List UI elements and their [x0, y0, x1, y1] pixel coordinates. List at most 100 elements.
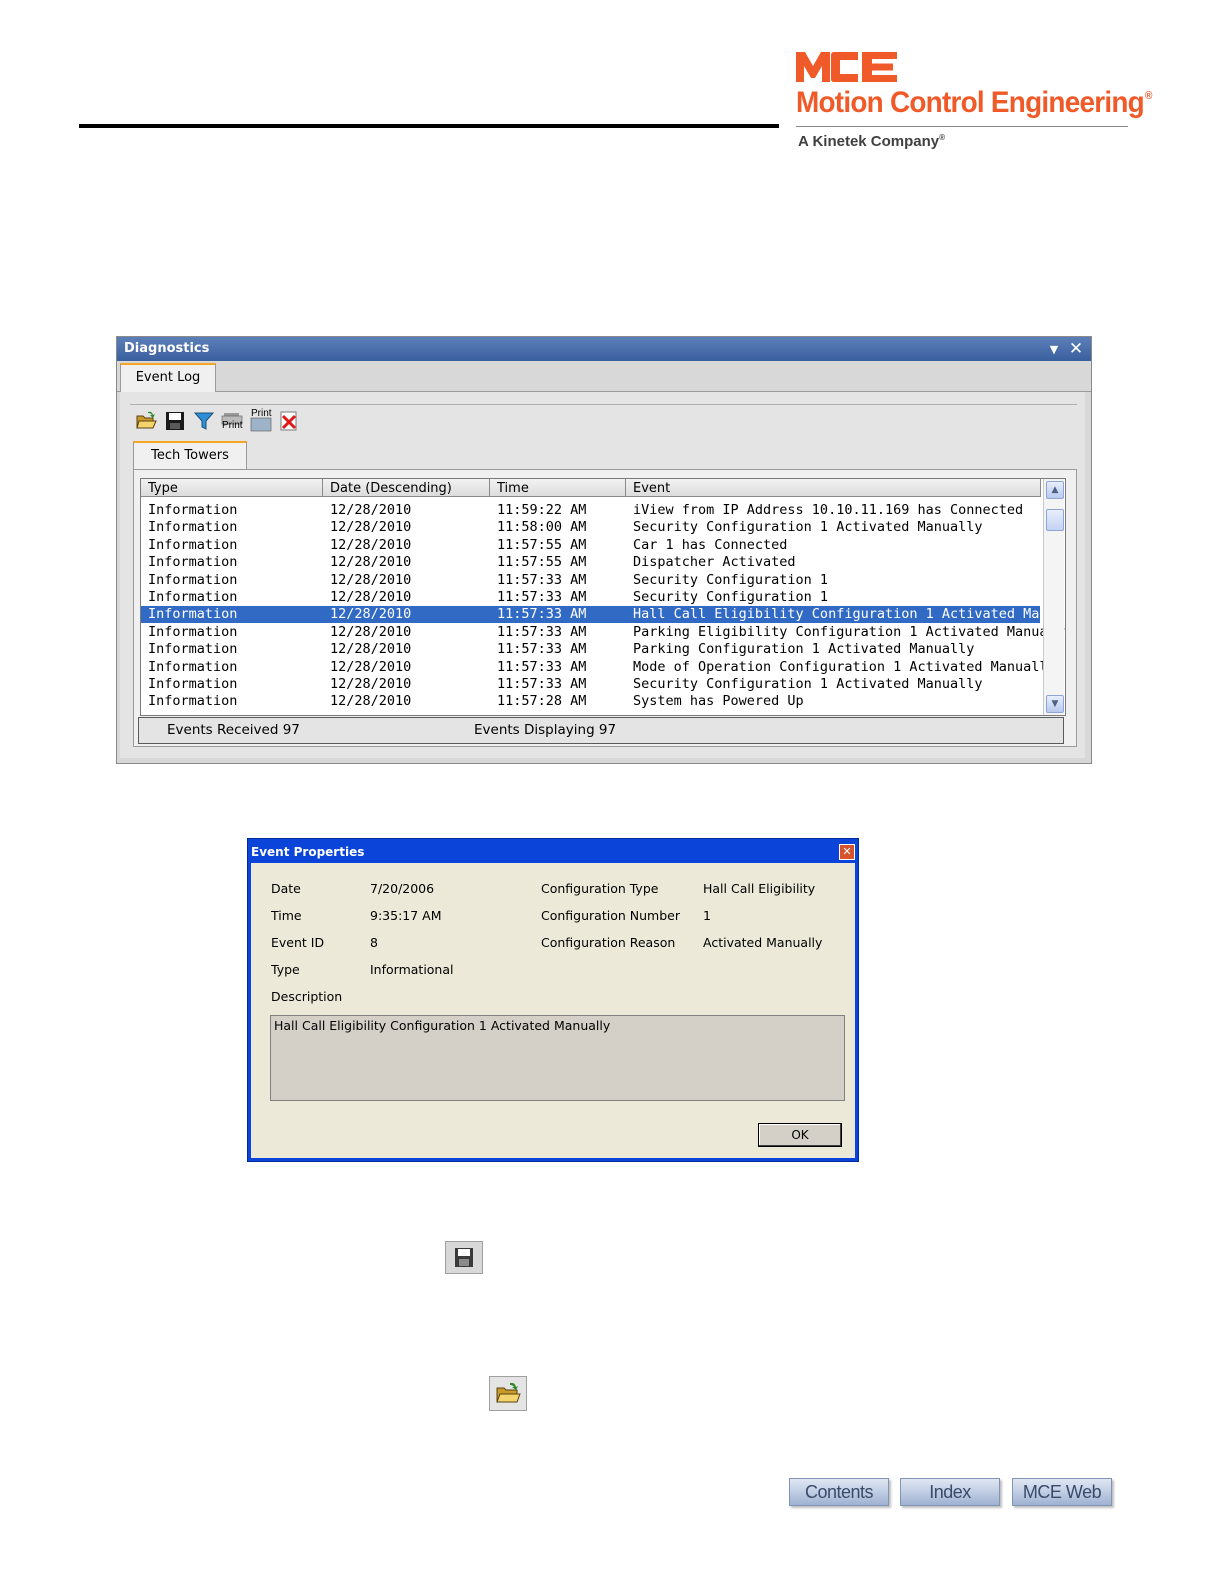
cell-time: 11:57:55 AM	[497, 554, 587, 571]
cell-type: Information	[148, 623, 238, 640]
cell-type: Information	[148, 606, 238, 623]
table-row[interactable]: Information 12/28/2010 11:57:33 AM Security…	[141, 572, 1040, 589]
mce-logo-mark	[796, 52, 897, 82]
cell-date: 12/28/2010	[330, 519, 412, 536]
cell-event: Security Configuration 1 Activated Manua…	[633, 519, 983, 536]
event-properties-dialog: Event Properties ✕ Date 7/20/2006 Time 9…	[247, 838, 859, 1162]
mce-web-button[interactable]: MCE Web	[1012, 1478, 1112, 1506]
cell-date: 12/28/2010	[330, 641, 412, 658]
cell-type: Information	[148, 589, 238, 605]
cell-date: 12/28/2010	[330, 606, 412, 623]
close-icon[interactable]: ✕	[1067, 339, 1085, 359]
dropdown-arrow-icon[interactable]: ▼	[1047, 343, 1061, 356]
table-row[interactable]: Information 12/28/2010 11:57:33 AM Parking …	[141, 623, 1065, 641]
cell-event: Security Configuration 1	[633, 571, 829, 588]
cell-event: Parking Eligibility Configuration 1 Acti…	[633, 623, 1066, 640]
brand-underline	[796, 126, 1128, 127]
table-row[interactable]: Information 12/28/2010 11:57:33 AM Mode of …	[141, 658, 1056, 676]
ok-button[interactable]: OK	[758, 1123, 842, 1147]
vertical-scrollbar[interactable]: ▲ ▼	[1043, 479, 1064, 715]
table-row[interactable]: Information 12/28/2010 11:59:22 AM iView fr…	[141, 502, 1040, 519]
field-label-type: Type	[271, 962, 300, 977]
cell-time: 11:57:33 AM	[497, 606, 587, 623]
open-folder-icon[interactable]	[135, 410, 157, 432]
cell-time: 11:57:33 AM	[497, 571, 587, 588]
header-rule	[79, 124, 779, 128]
table-row[interactable]: Information 12/28/2010 11:57:28 AM System h…	[141, 693, 1040, 710]
cell-time: 11:57:33 AM	[497, 641, 587, 658]
cell-date: 12/28/2010	[330, 676, 412, 692]
table-row[interactable]: Information 12/28/2010 11:58:00 AM Security…	[141, 519, 1040, 536]
field-value-type: Informational	[370, 962, 454, 977]
scroll-up-icon[interactable]: ▲	[1046, 481, 1064, 499]
cell-time: 11:57:28 AM	[497, 693, 587, 710]
tab-tech-towers[interactable]: Tech Towers	[133, 441, 247, 471]
cell-date: 12/28/2010	[330, 589, 412, 605]
field-value-configuration-type: Hall Call Eligibility	[703, 881, 816, 896]
cell-type: Information	[148, 658, 238, 675]
cell-event: Dispatcher Activated	[633, 554, 796, 571]
column-header-type[interactable]: Type	[141, 479, 323, 497]
cell-time: 11:57:33 AM	[497, 589, 587, 605]
cell-type: Information	[148, 641, 238, 658]
cell-type: Information	[148, 676, 238, 692]
index-button[interactable]: Index	[900, 1478, 1000, 1506]
description-field[interactable]: Hall Call Eligibility Configuration 1 Ac…	[270, 1015, 845, 1101]
cell-date: 12/28/2010	[330, 502, 412, 518]
cell-date: 12/28/2010	[330, 536, 412, 553]
cell-time: 11:57:33 AM	[497, 658, 587, 675]
cell-event: Security Configuration 1	[633, 589, 829, 605]
table-row[interactable]: Information 12/28/2010 11:57:33 AM Security…	[141, 589, 1040, 606]
brand-tagline: A Kinetek Company®	[798, 133, 946, 150]
table-row[interactable]: Information 12/28/2010 11:57:33 AM Hall Cal…	[141, 606, 1065, 624]
cell-event: iView from IP Address 10.10.11.169 has C…	[633, 502, 1024, 518]
cell-type: Information	[148, 554, 238, 571]
description-label: Description	[271, 989, 343, 1004]
cell-event: Security Configuration 1 Activated Manua…	[633, 676, 983, 692]
scroll-thumb[interactable]	[1046, 509, 1064, 531]
clear-icon[interactable]	[278, 410, 300, 432]
print-icon[interactable]: Print	[221, 410, 243, 432]
save-icon[interactable]	[164, 410, 186, 432]
cell-date: 12/28/2010	[330, 623, 412, 640]
cell-type: Information	[148, 536, 238, 553]
print-preview-icon[interactable]: Print	[250, 408, 272, 432]
filter-icon[interactable]	[193, 410, 215, 432]
field-label-event-id: Event ID	[271, 935, 325, 950]
contents-button[interactable]: Contents	[789, 1478, 889, 1506]
tech-towers-panel: Type Date (Descending) Time Event Inform…	[133, 469, 1077, 747]
toolbar-separator	[130, 404, 1077, 405]
cell-time: 11:57:55 AM	[497, 536, 587, 553]
table-row[interactable]: Information 12/28/2010 11:57:55 AM Dispatch…	[141, 554, 1040, 571]
cell-date: 12/28/2010	[330, 571, 412, 588]
close-icon[interactable]: ✕	[839, 844, 855, 860]
event-grid: Type Date (Descending) Time Event Inform…	[140, 478, 1066, 716]
table-row[interactable]: Information 12/28/2010 11:57:33 AM Security…	[141, 676, 1040, 693]
table-row[interactable]: Information 12/28/2010 11:57:33 AM Parking …	[141, 641, 1040, 658]
field-label-configuration-reason: Configuration Reason	[541, 935, 676, 950]
cell-event: Mode of Operation Configuration 1 Activa…	[633, 658, 1056, 675]
cell-date: 12/28/2010	[330, 554, 412, 571]
cell-date: 12/28/2010	[330, 658, 412, 675]
scroll-down-icon[interactable]: ▼	[1046, 695, 1064, 713]
cell-time: 11:57:33 AM	[497, 623, 587, 640]
event-properties-body: Date 7/20/2006 Time 9:35:17 AM Event ID …	[251, 863, 855, 1158]
column-header-date[interactable]: Date (Descending)	[323, 479, 490, 497]
open-folder-icon	[489, 1376, 527, 1411]
tab-event-log[interactable]: Event Log	[120, 363, 216, 393]
events-displaying: Events Displaying 97	[474, 722, 617, 738]
cell-event: Hall Call Eligibility Configuration 1 Ac…	[633, 606, 1066, 623]
field-label-configuration-type: Configuration Type	[541, 881, 659, 896]
status-bar: Events Received 97 Events Displaying 97	[138, 717, 1064, 744]
diagnostics-window: Diagnostics ▼ ✕ Event Log Print Print Te…	[116, 336, 1092, 764]
field-label-configuration-number: Configuration Number	[541, 908, 680, 923]
brand-name: Motion Control Engineering®	[796, 86, 1152, 119]
column-header-event[interactable]: Event	[626, 479, 1041, 497]
field-value-configuration-reason: Activated Manually	[703, 935, 823, 950]
cell-time: 11:58:00 AM	[497, 519, 587, 536]
event-properties-title: Event Properties	[251, 845, 365, 859]
diagnostics-title: Diagnostics	[124, 341, 210, 356]
cell-time: 11:59:22 AM	[497, 502, 587, 518]
column-header-time[interactable]: Time	[490, 479, 626, 497]
table-row[interactable]: Information 12/28/2010 11:57:55 AM Car 1 ha…	[141, 537, 1040, 554]
